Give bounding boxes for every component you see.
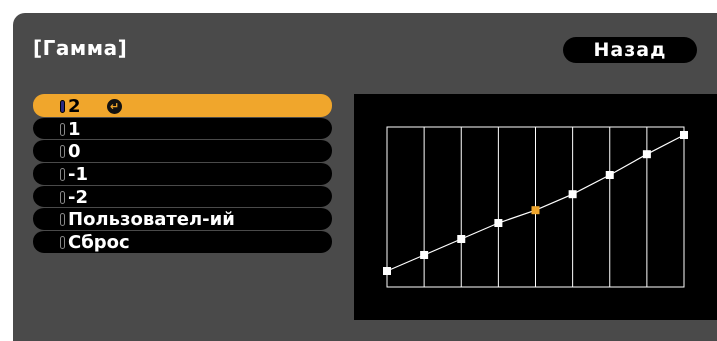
back-button[interactable]: Назад bbox=[563, 37, 697, 63]
curve-point[interactable] bbox=[642, 150, 651, 159]
curve-point[interactable] bbox=[680, 131, 688, 139]
radio-indicator bbox=[60, 190, 65, 204]
gamma-graph-panel bbox=[354, 94, 717, 320]
enter-icon: ↵ bbox=[107, 99, 122, 114]
curve-point[interactable] bbox=[494, 219, 503, 227]
curve-point[interactable] bbox=[568, 190, 577, 199]
menu-item-custom[interactable]: Пользовател-ий bbox=[33, 207, 332, 230]
menu-item-label: 0 bbox=[68, 141, 81, 163]
menu-item-minus-2[interactable]: -2 bbox=[33, 184, 332, 208]
menu-item-1[interactable]: 1 bbox=[33, 116, 332, 140]
menu-item-label: -2 bbox=[68, 186, 88, 208]
menu-item-label: -1 bbox=[68, 164, 88, 186]
page-title: [Гамма] bbox=[33, 36, 128, 60]
menu-item-reset[interactable]: Сброс bbox=[33, 230, 332, 253]
menu-item-label: Пользовател-ий bbox=[68, 209, 235, 231]
radio-indicator bbox=[60, 145, 65, 159]
gamma-window: [Гамма] Назад 2 ↵ 1 0 -1 -2 Пользовател-… bbox=[13, 13, 717, 341]
curve-point[interactable] bbox=[605, 171, 614, 179]
curve-point[interactable] bbox=[457, 235, 466, 243]
radio-indicator bbox=[60, 213, 65, 227]
gamma-graph bbox=[383, 126, 688, 288]
curve-point[interactable] bbox=[383, 267, 391, 275]
radio-indicator bbox=[60, 122, 65, 136]
curve-point[interactable] bbox=[420, 251, 429, 259]
gamma-menu: 2 ↵ 1 0 -1 -2 Пользовател-ий Сброс bbox=[33, 94, 332, 253]
radio-indicator bbox=[60, 100, 65, 113]
radio-indicator bbox=[60, 168, 65, 182]
radio-indicator bbox=[60, 236, 65, 250]
menu-item-label: 2 bbox=[68, 96, 81, 117]
menu-item-label: Сброс bbox=[68, 232, 130, 254]
curve-point[interactable] bbox=[531, 206, 540, 215]
menu-item-label: 1 bbox=[68, 118, 81, 140]
menu-item-minus-1[interactable]: -1 bbox=[33, 162, 332, 185]
menu-item-2[interactable]: 2 ↵ bbox=[33, 94, 332, 117]
menu-item-0[interactable]: 0 bbox=[33, 139, 332, 162]
